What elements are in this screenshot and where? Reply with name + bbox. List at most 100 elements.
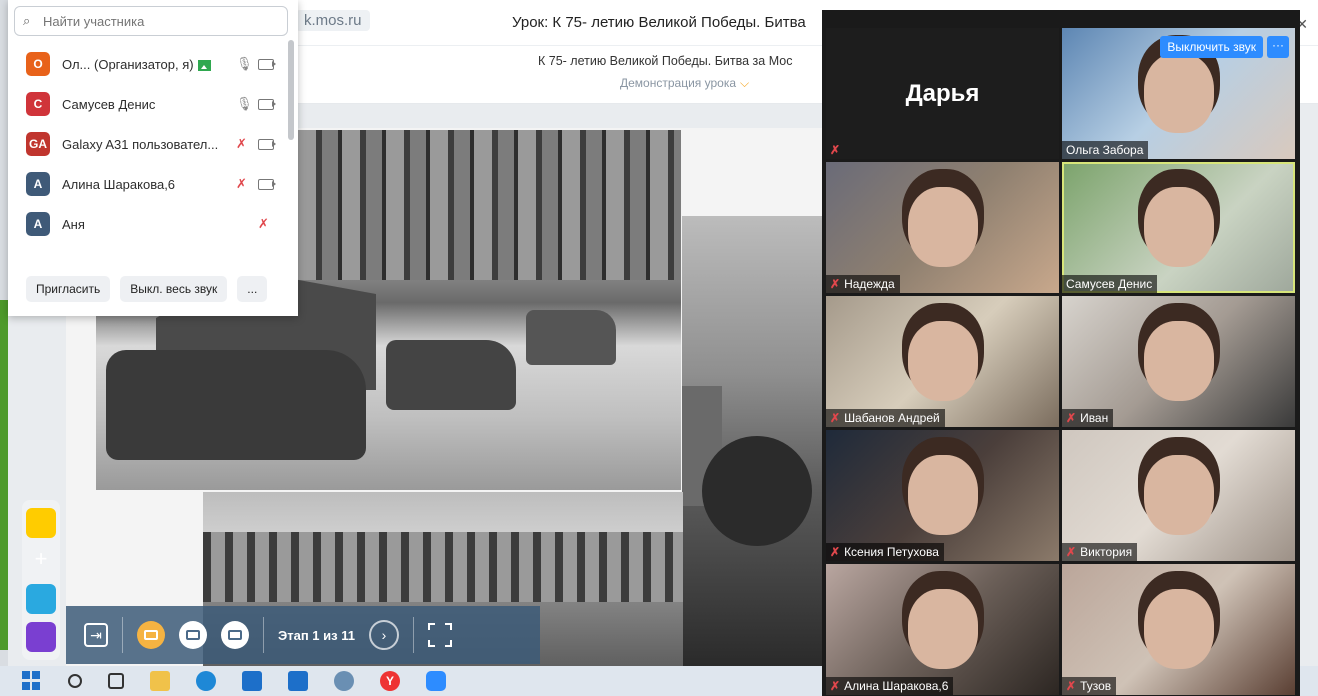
mic-muted-icon: ✗: [830, 143, 841, 157]
more-button[interactable]: ...: [237, 276, 268, 302]
divider: [412, 617, 414, 653]
search-input[interactable]: [43, 13, 263, 29]
task-view-icon[interactable]: [108, 673, 124, 689]
mode-selector[interactable]: Демонстрация урока ⌵: [620, 76, 749, 91]
tile-label: ✗ Надежда: [826, 275, 900, 293]
mic-muted-icon[interactable]: ✗: [236, 176, 247, 192]
participant-actions: Пригласить Выкл. весь звук ...: [26, 276, 268, 302]
lesson-title: Урок: К 75- летию Великой Победы. Битва: [512, 14, 806, 31]
search-icon[interactable]: [68, 674, 82, 688]
mic-icon[interactable]: 🎙: [236, 96, 253, 112]
video-tile[interactable]: ✗ Иван: [1062, 296, 1295, 427]
participants-scrollbar[interactable]: [288, 40, 294, 140]
avatar: A: [26, 212, 50, 236]
video-tile[interactable]: ✗ Ксения Петухова: [826, 430, 1059, 561]
participant-name: Алина Шаракова,6: [62, 176, 176, 192]
send-icon[interactable]: [26, 584, 56, 614]
lesson-subtitle: К 75- летию Великой Победы. Битва за Мос: [538, 54, 793, 68]
store-icon[interactable]: [288, 671, 308, 691]
video-tile[interactable]: ✗ Виктория: [1062, 430, 1295, 561]
video-tile[interactable]: ✗ Алина Шаракова,6: [826, 564, 1059, 695]
helmet-shape: [702, 436, 812, 546]
screen: k.mos.ru Урок: К 75- летию Великой Побед…: [0, 0, 1318, 696]
monitor-icon: [144, 630, 158, 640]
participant-row[interactable]: GA Galaxy A31 пользовател... ✗: [8, 124, 290, 164]
mail-icon[interactable]: [242, 671, 262, 691]
invite-button[interactable]: Пригласить: [26, 276, 111, 302]
exit-icon[interactable]: ⇥: [84, 623, 108, 647]
participant-name: Самусев Денис: [62, 96, 156, 112]
participant-row[interactable]: C Самусев Денис 🎙: [8, 84, 290, 124]
mic-icon[interactable]: 🎙: [236, 56, 253, 72]
mode-label: Демонстрация урока: [620, 76, 737, 90]
mail-icon[interactable]: [26, 508, 56, 538]
add-icon[interactable]: +: [26, 544, 56, 574]
tank-shape: [386, 340, 516, 410]
participant-name: Ольга Забора: [1066, 143, 1144, 157]
video-tile[interactable]: Выключить звук ··· Ольга Забора: [1062, 28, 1295, 159]
zoom-icon[interactable]: [426, 671, 446, 691]
camera-icon[interactable]: [258, 58, 276, 70]
tank-shape: [106, 350, 366, 460]
tile-label: Ольга Забора: [1062, 141, 1149, 159]
next-stage-button[interactable]: ›: [368, 620, 399, 650]
face-shape: [1144, 53, 1214, 133]
tile-label: ✗ Тузов: [1062, 677, 1117, 695]
participant-name: Ксения Петухова: [844, 545, 939, 559]
mute-all-button[interactable]: Выкл. весь звук: [120, 276, 228, 302]
participant-name: Аня: [62, 216, 85, 232]
participant-name-large: Дарья: [905, 79, 980, 107]
divider: [122, 617, 123, 653]
participant-row[interactable]: O Ол... (Организатор, я) 🎙: [8, 44, 290, 84]
participant-list: O Ол... (Организатор, я) 🎙 C Самусев Ден…: [8, 44, 290, 244]
video-tile[interactable]: ✗ Надежда: [826, 162, 1059, 293]
video-tile-active-speaker[interactable]: Самусев Денис: [1062, 162, 1295, 293]
face-shape: [1144, 321, 1214, 401]
avatar: O: [26, 52, 50, 76]
face-shape: [908, 455, 978, 535]
participant-name: Шабанов Андрей: [844, 411, 940, 425]
participant-search[interactable]: ⌕: [14, 6, 288, 36]
alice-icon[interactable]: [26, 622, 56, 652]
more-options-button[interactable]: ···: [1267, 36, 1289, 58]
url-chip[interactable]: k.mos.ru: [296, 10, 370, 31]
building-shape: [203, 532, 683, 602]
tile-label: ✗ Иван: [1062, 409, 1114, 427]
face-shape: [908, 321, 978, 401]
participant-name: Алина Шаракова,6: [844, 679, 949, 693]
face-shape: [908, 187, 978, 267]
mic-muted-icon: ✗: [830, 679, 841, 693]
participant-name: Galaxy A31 пользовател...: [62, 136, 219, 152]
face-shape: [1144, 455, 1214, 535]
fullscreen-icon[interactable]: [427, 623, 452, 647]
avatar: GA: [26, 132, 50, 156]
camera-icon[interactable]: [258, 98, 276, 110]
avatar: A: [26, 172, 50, 196]
presenter-view-button[interactable]: [137, 621, 165, 649]
screen-share-icon: [197, 59, 211, 71]
chevron-down-icon: ⌵: [740, 76, 750, 90]
participant-row[interactable]: A Алина Шаракова,6 ✗: [8, 164, 290, 204]
video-tile[interactable]: ✗ Тузов: [1062, 564, 1295, 695]
student-view-button[interactable]: [179, 621, 207, 649]
participant-name: Надежда: [844, 277, 895, 291]
mic-muted-icon[interactable]: ✗: [258, 216, 269, 232]
mic-muted-icon[interactable]: ✗: [236, 136, 247, 152]
yandex-browser-icon[interactable]: Y: [380, 671, 400, 691]
video-tile[interactable]: ✗ Шабанов Андрей: [826, 296, 1059, 427]
windows-start-icon[interactable]: [22, 671, 42, 691]
face-shape: [908, 589, 978, 669]
mute-button[interactable]: Выключить звук: [1160, 36, 1263, 58]
file-explorer-icon[interactable]: [150, 671, 170, 691]
mic-muted-icon: ✗: [1066, 545, 1077, 559]
mic-muted-icon: ✗: [830, 277, 841, 291]
paint-icon[interactable]: [334, 671, 354, 691]
split-view-button[interactable]: [221, 621, 249, 649]
camera-icon[interactable]: [258, 138, 276, 150]
windows-icon: [228, 630, 242, 640]
video-tile[interactable]: Дарья ✗: [826, 28, 1059, 159]
tile-label: ✗ Шабанов Андрей: [826, 409, 945, 427]
edge-icon[interactable]: [196, 671, 216, 691]
camera-icon[interactable]: [258, 178, 276, 190]
participant-row[interactable]: A Аня ✗: [8, 204, 290, 244]
